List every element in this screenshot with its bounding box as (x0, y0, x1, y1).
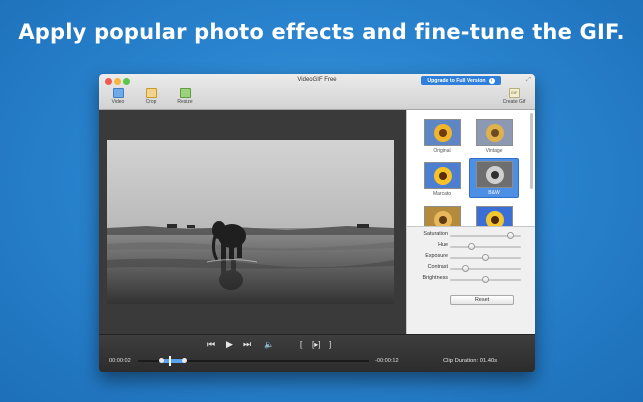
effect-thumbnail-5[interactable] (419, 206, 465, 226)
video-tool-button[interactable]: Video (106, 88, 130, 105)
sunflower-thumbnail (423, 119, 461, 146)
headline: Apply popular photo effects and fine-tun… (18, 20, 625, 44)
effect-vintage[interactable]: Vintage (471, 119, 517, 154)
resize-tool-button[interactable]: Resize (173, 88, 197, 105)
crop-tool-button[interactable]: Crop (139, 88, 163, 105)
saturation-row: Saturation (407, 230, 535, 240)
sunflower-thumbnail (475, 206, 513, 226)
upgrade-button-label: Upgrade to Full Version (427, 77, 486, 84)
gif-icon: GIF (508, 88, 520, 98)
brightness-row: Brightness (407, 274, 535, 284)
hue-slider[interactable] (450, 243, 521, 250)
crop-tool-label: Crop (145, 99, 157, 105)
resize-tool-label: Resize (177, 99, 193, 105)
crop-icon (145, 88, 157, 98)
timeline-scrubber[interactable] (138, 356, 369, 366)
slider-knob[interactable] (467, 243, 475, 250)
play-icon[interactable]: ▶ (226, 340, 233, 349)
sunflower-thumbnail (475, 119, 513, 146)
effect-label: B&W (488, 190, 500, 196)
contrast-row: Contrast (407, 263, 535, 273)
sunflower-thumbnail (423, 206, 461, 226)
create-gif-label: Create Gif (502, 99, 526, 105)
skip-back-icon[interactable]: ⏮ (207, 340, 215, 349)
sunflower-thumbnail (475, 161, 513, 188)
video-tool-label: Video (111, 99, 125, 105)
effect-label: Vintage (485, 148, 503, 154)
resize-icon (179, 88, 191, 98)
slider-knob[interactable] (482, 254, 489, 261)
saturation-label: Saturation (423, 231, 448, 237)
effect-label: Marcato (432, 191, 452, 197)
timeline-selection[interactable] (161, 359, 185, 363)
exposure-slider[interactable] (450, 254, 521, 261)
video-preview (107, 140, 394, 304)
effects-grid: Original Vintage Marcato B&W (407, 110, 535, 227)
sunflower-thumbnail (423, 162, 461, 189)
effect-marcato[interactable]: Marcato (419, 162, 465, 197)
effects-panel: Original Vintage Marcato B&W Saturation … (406, 110, 535, 334)
arrow-right-icon: › (488, 77, 495, 84)
video-preview-pane (99, 110, 406, 334)
playhead[interactable] (169, 356, 172, 366)
playback-controls: ⏮ ▶ ⏭ 🔈 [ [▸] ] 00:00:02 -00:00:12 Clip … (99, 334, 535, 372)
app-window: VideoGIF Free Upgrade to Full Version › … (99, 74, 535, 372)
titlebar: VideoGIF Free Upgrade to Full Version › … (99, 74, 535, 110)
effect-original[interactable]: Original (419, 119, 465, 154)
elephant-scene-image (107, 140, 394, 304)
brightness-label: Brightness (422, 275, 448, 281)
effects-scrollbar[interactable] (530, 113, 533, 189)
exposure-label: Exposure (425, 253, 448, 259)
upgrade-button[interactable]: Upgrade to Full Version › (421, 76, 501, 85)
contrast-slider[interactable] (450, 265, 521, 272)
mark-out-icon[interactable]: ] (329, 340, 331, 349)
skip-forward-icon[interactable]: ⏭ (243, 340, 251, 349)
reset-button[interactable]: Reset (450, 295, 514, 305)
create-gif-button[interactable]: GIF Create Gif (502, 88, 526, 105)
hue-label: Hue (438, 242, 448, 248)
clip-duration: Clip Duration: 01.40s (443, 358, 498, 364)
loop-selection-icon[interactable]: [▸] (312, 340, 320, 349)
contrast-label: Contrast (427, 264, 448, 270)
fullscreen-icon[interactable]: ⤢ (526, 77, 531, 84)
selection-start-handle[interactable] (158, 358, 164, 363)
effect-label: Original (433, 148, 451, 154)
current-time: 00:00:02 (109, 358, 131, 364)
effect-bw[interactable]: B&W (469, 158, 519, 198)
slider-knob[interactable] (462, 265, 470, 272)
exposure-row: Exposure (407, 252, 535, 262)
slider-knob[interactable] (482, 276, 489, 283)
video-camera-icon (112, 88, 124, 98)
selection-end-handle[interactable] (181, 358, 187, 363)
saturation-slider[interactable] (450, 232, 521, 239)
slider-knob[interactable] (506, 232, 514, 239)
mark-in-icon[interactable]: [ (300, 340, 302, 349)
hue-row: Hue (407, 241, 535, 251)
volume-icon[interactable]: 🔈 (264, 340, 274, 349)
remaining-time: -00:00:12 (375, 358, 399, 364)
effect-thumbnail-6[interactable] (471, 206, 517, 226)
brightness-slider[interactable] (450, 276, 521, 283)
